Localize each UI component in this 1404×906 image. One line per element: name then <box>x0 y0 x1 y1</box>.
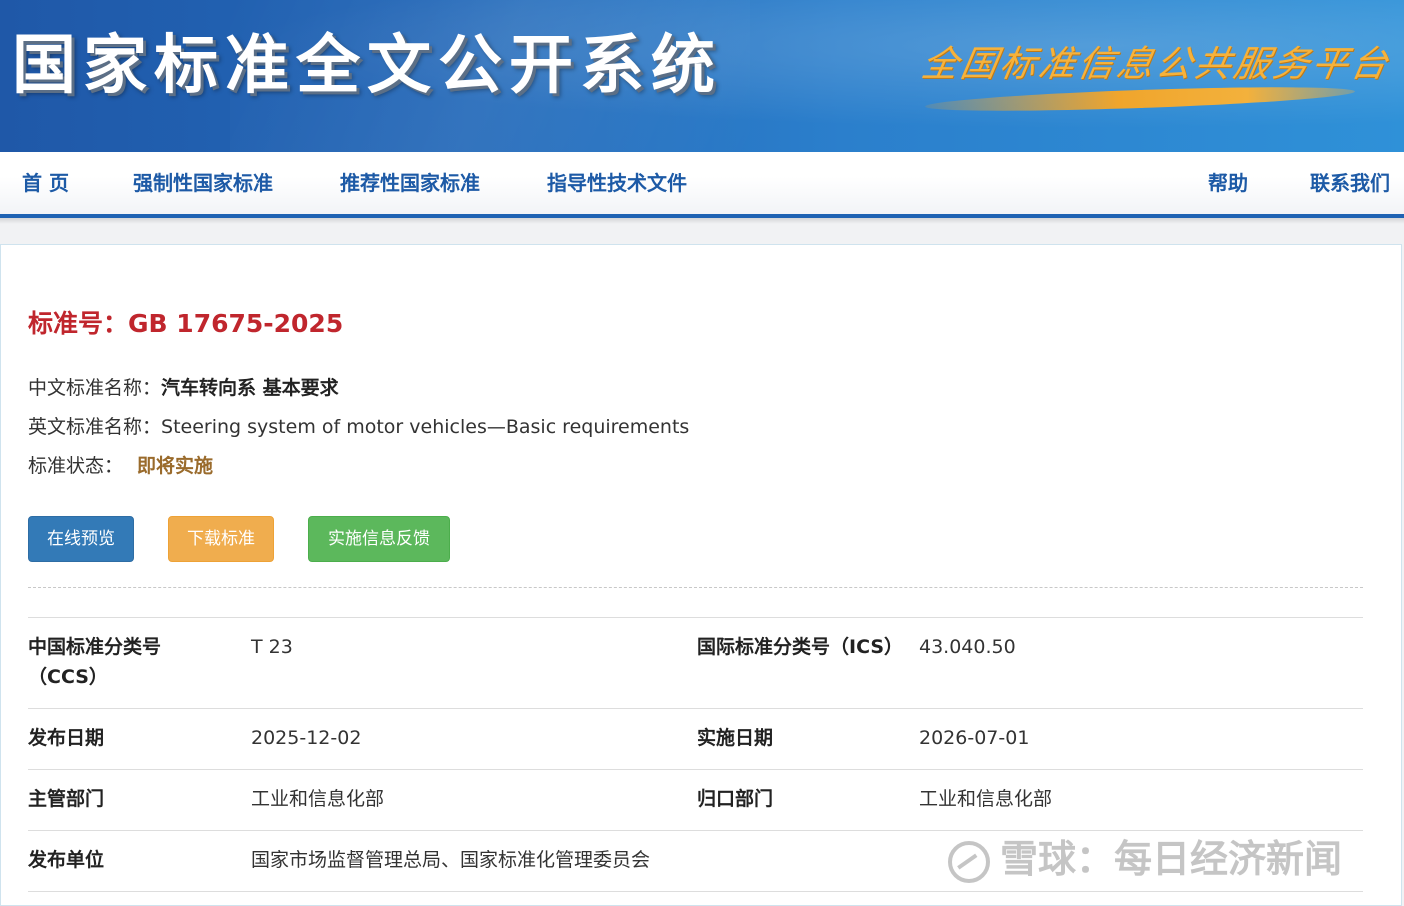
header-banner: 国家标准全文公开系统 全国标准信息公共服务平台 <box>0 0 1404 152</box>
competent-dept-value: 工业和信息化部 <box>251 788 385 810</box>
site-title: 国家标准全文公开系统 <box>12 29 722 103</box>
ccs-label-line1: 中国标准分类号 <box>28 636 162 658</box>
cn-name-value: 汽车转向系 基本要求 <box>161 377 339 399</box>
ccs-label: 中国标准分类号 （CCS） <box>28 632 161 692</box>
competent-dept-label: 主管部门 <box>28 788 105 810</box>
cn-name-row: 中文标准名称：汽车转向系 基本要求 <box>28 375 339 401</box>
watermark: 雪球：每日经济新闻 <box>948 828 1342 883</box>
nav-home[interactable]: 首 页 <box>22 170 69 196</box>
table-row-divider <box>28 617 1363 618</box>
table-row-divider <box>28 708 1363 709</box>
nav-contact-us[interactable]: 联系我们 <box>1310 170 1390 196</box>
nav-guidance-documents[interactable]: 指导性技术文件 <box>547 170 687 196</box>
owner-dept-value: 工业和信息化部 <box>919 788 1053 810</box>
online-preview-button[interactable]: 在线预览 <box>28 516 134 562</box>
main-nav: 首 页 强制性国家标准 推荐性国家标准 指导性技术文件 帮助 联系我们 <box>0 152 1404 218</box>
standard-number: GB 17675-2025 <box>128 309 344 338</box>
dashed-divider <box>28 587 1363 588</box>
nav-help[interactable]: 帮助 <box>1208 170 1248 196</box>
xueqiu-logo-icon <box>948 840 990 883</box>
cn-name-label: 中文标准名称： <box>28 377 162 399</box>
impl-date-value: 2026-07-01 <box>919 727 1030 749</box>
publish-date-value: 2025-12-02 <box>251 727 362 749</box>
ics-label: 国际标准分类号（ICS） <box>697 636 904 658</box>
en-name-row: 英文标准名称：Steering system of motor vehicles… <box>28 414 689 440</box>
ccs-label-line2: （CCS） <box>28 666 108 688</box>
implementation-feedback-button[interactable]: 实施信息反馈 <box>308 516 450 562</box>
ics-value: 43.040.50 <box>919 636 1016 658</box>
impl-date-label: 实施日期 <box>697 727 774 749</box>
nav-recommended-standards[interactable]: 推荐性国家标准 <box>340 170 480 196</box>
download-standard-button[interactable]: 下载标准 <box>168 516 274 562</box>
publisher-label: 发布单位 <box>28 849 105 871</box>
platform-slogan: 全国标准信息公共服务平台 <box>918 44 1394 85</box>
publisher-value: 国家市场监督管理总局、国家标准化管理委员会 <box>251 849 651 871</box>
watermark-text: 雪球：每日经济新闻 <box>1000 837 1343 881</box>
table-row-divider <box>28 891 1363 892</box>
status-value: 即将实施 <box>137 455 214 477</box>
table-row-divider <box>28 769 1363 770</box>
nav-mandatory-standards[interactable]: 强制性国家标准 <box>133 170 273 196</box>
owner-dept-label: 归口部门 <box>697 788 774 810</box>
status-label: 标准状态： <box>28 455 124 477</box>
nav-shadow <box>0 218 1404 224</box>
ccs-value: T 23 <box>251 636 293 658</box>
status-row: 标准状态： 即将实施 <box>28 453 213 479</box>
en-name-label: 英文标准名称： <box>28 416 162 438</box>
standard-number-heading: 标准号：GB 17675-2025 <box>28 304 343 340</box>
publish-date-label: 发布日期 <box>28 727 105 749</box>
standard-number-label: 标准号： <box>28 309 129 338</box>
en-name-value: Steering system of motor vehicles—Basic … <box>161 416 690 438</box>
